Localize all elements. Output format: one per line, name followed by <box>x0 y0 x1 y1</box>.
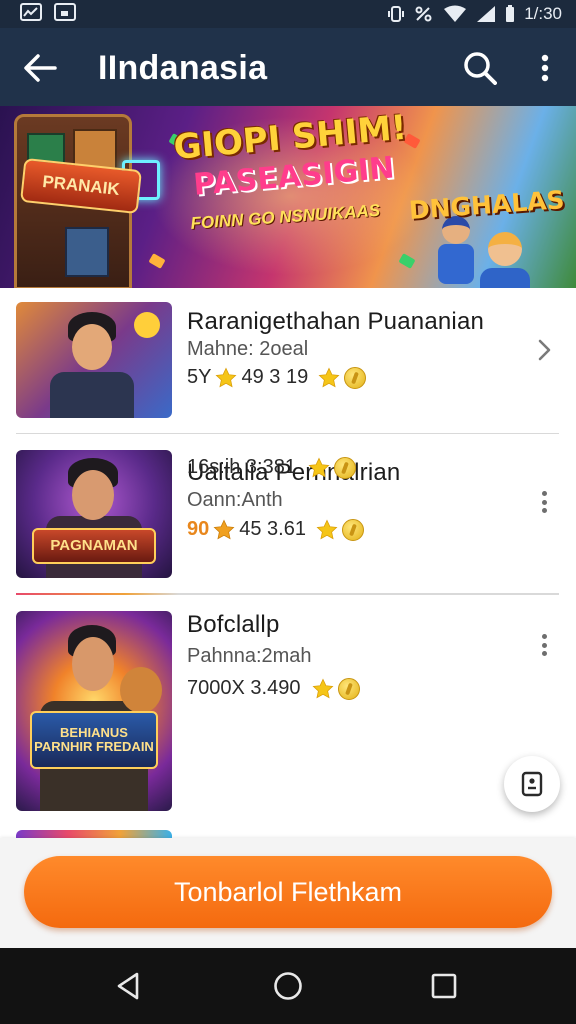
game-thumbnail <box>16 302 172 418</box>
wifi-icon <box>443 5 467 23</box>
rating-value: 45 3.61 <box>239 518 306 540</box>
app-bar: IIndanasia <box>0 28 576 106</box>
back-arrow-icon <box>24 54 57 82</box>
game-rating: 90 45 3.61 <box>187 518 364 541</box>
list-item[interactable]: BEHIANUS PARNHIR FREDAIN Bofclallp Pahnn… <box>0 456 576 825</box>
hero-illustration <box>470 224 544 288</box>
star-icon <box>312 678 334 698</box>
coin-icon <box>341 518 364 541</box>
star-icon <box>308 457 330 477</box>
game-thumbnail: BEHIANUS PARNHIR FREDAIN <box>16 611 172 811</box>
item-menu-button[interactable] <box>536 488 552 516</box>
battery-icon <box>505 5 515 23</box>
primary-cta-button[interactable]: Tonbarlol Flethkam <box>24 856 552 928</box>
search-icon <box>464 52 497 85</box>
activity-icon <box>20 3 42 21</box>
game-rating: 7000X 3.490 <box>187 677 361 700</box>
nav-home-button[interactable] <box>266 964 310 1008</box>
rating-prefix: 90 <box>187 518 210 540</box>
rating-value: 49 3 19 <box>241 366 309 388</box>
page-title: IIndanasia <box>98 49 268 87</box>
star-icon <box>318 367 340 387</box>
game-title: Bofclallp <box>187 611 280 638</box>
game-subtitle: Oann:Anth <box>187 489 283 511</box>
game-thumbnail: PAGNAMAN <box>16 450 172 578</box>
game-stat: 16s:ih 3:381 <box>187 456 356 479</box>
item-menu-button[interactable] <box>536 631 552 659</box>
list-item[interactable]: Raranigethahan Puananian Mahne: 2oeal 5Y… <box>0 288 576 434</box>
game-subtitle: Mahne: 2oeal <box>187 338 309 360</box>
document-icon <box>521 771 543 797</box>
dog-illustration <box>120 667 162 713</box>
chevron-right-icon[interactable] <box>532 338 556 362</box>
star-icon <box>216 367 237 387</box>
overflow-menu-button[interactable] <box>528 48 562 88</box>
star-icon <box>213 519 235 539</box>
signal-icon <box>476 5 496 23</box>
more-vertical-icon <box>541 54 549 82</box>
back-button[interactable] <box>20 48 60 88</box>
back-triangle-icon <box>117 972 139 1000</box>
stat-value: 16s:ih 3:381 <box>187 456 296 478</box>
floating-action-button[interactable] <box>504 756 560 812</box>
image-icon <box>54 3 76 21</box>
game-logo: BEHIANUS PARNHIR FREDAIN <box>30 711 158 769</box>
clock-text: 1/:30 <box>524 4 562 23</box>
home-circle-icon <box>274 972 302 1000</box>
coin-icon <box>333 456 356 479</box>
coin-icon <box>344 366 367 389</box>
coin-icon <box>338 677 361 700</box>
rating-value: 7000X 3.490 <box>187 677 301 699</box>
rating-prefix: 5Y <box>187 366 212 388</box>
vibrate-icon <box>387 5 405 23</box>
status-bar: 1/:30 <box>0 0 576 28</box>
star-icon <box>316 519 338 539</box>
nav-recents-button[interactable] <box>422 964 466 1008</box>
recents-square-icon <box>431 973 457 999</box>
game-logo: PAGNAMAN <box>32 528 156 564</box>
system-nav-bar <box>0 948 576 1024</box>
game-title: Raranigethahan Puananian <box>187 308 485 335</box>
game-subtitle: Pahnna:2mah <box>187 645 312 667</box>
game-rating: 5Y 49 3 19 <box>187 366 367 389</box>
search-button[interactable] <box>460 48 500 88</box>
nav-back-button[interactable] <box>106 964 150 1008</box>
data-icon <box>414 5 434 23</box>
